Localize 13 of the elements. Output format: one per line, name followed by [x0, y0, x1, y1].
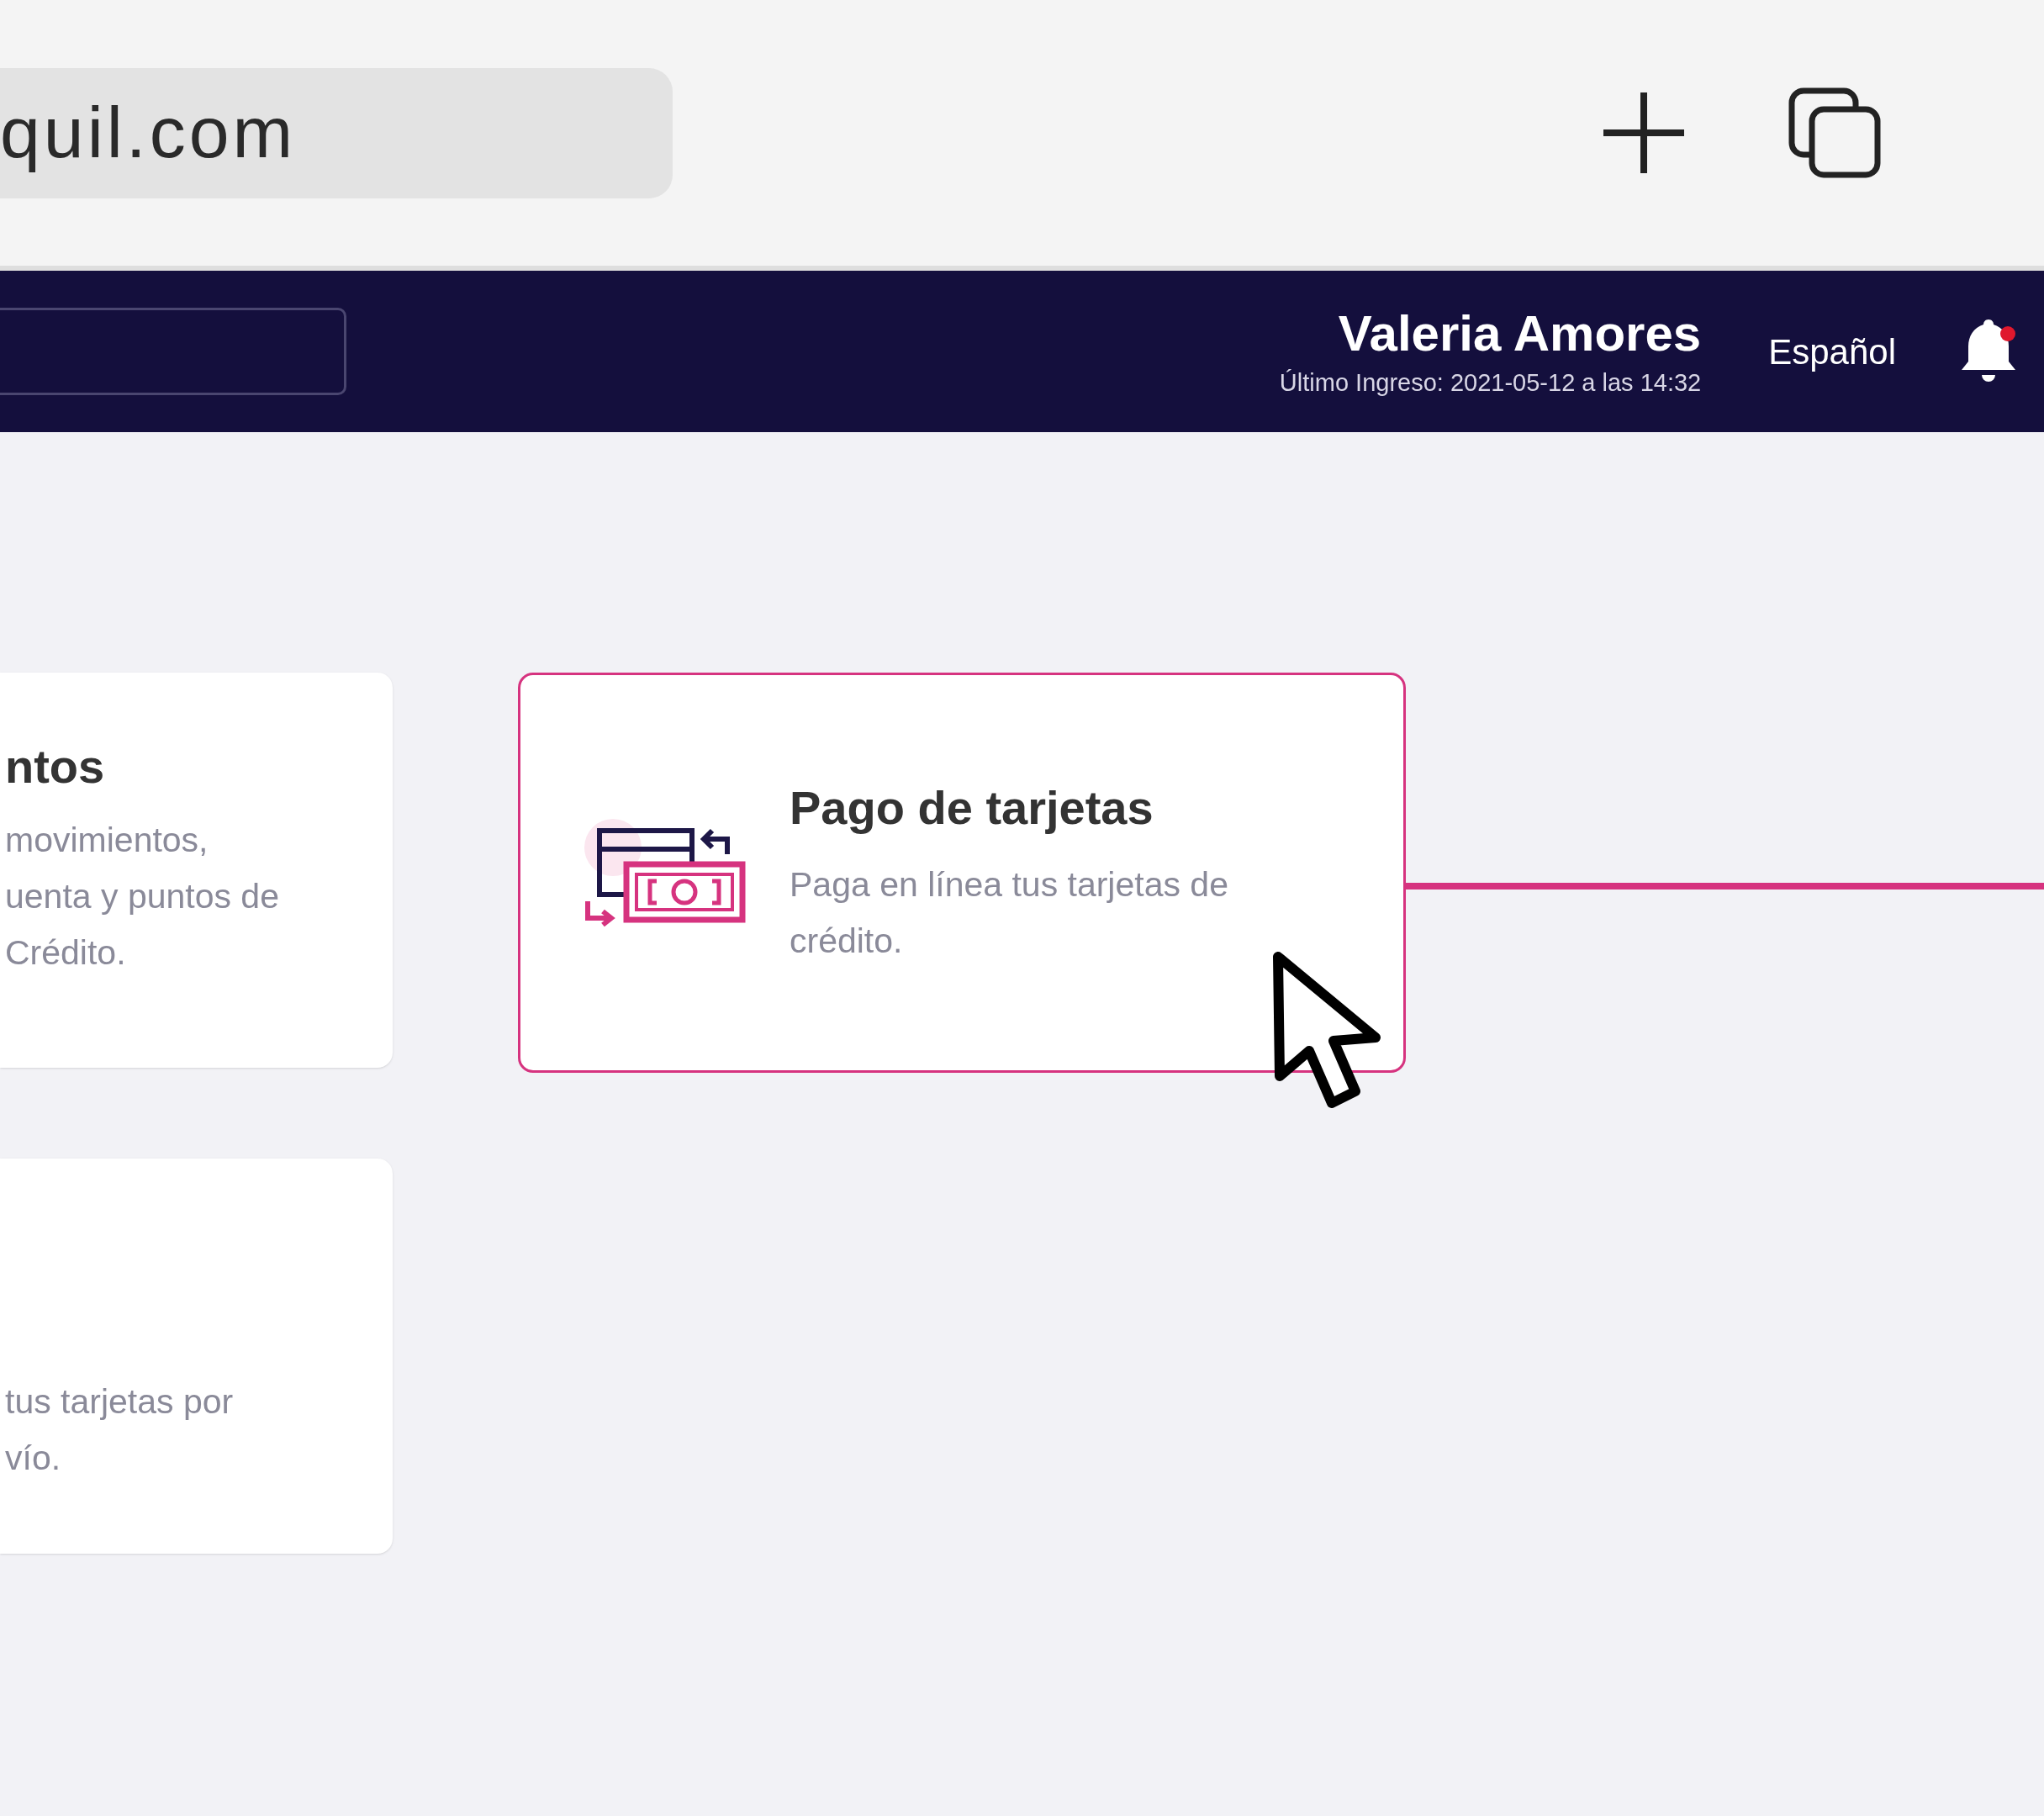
card-description: tus tarjetas por vío. — [5, 1381, 235, 1479]
service-card[interactable]: Pago de tarjetas Paga en línea tus tarjetas de crédito. — [518, 673, 1406, 1073]
card-description: Paga en línea tus tarjetas de crédito. — [790, 864, 1228, 962]
service-card[interactable]: ntos movimientos, uenta y puntos de Crédito. — [0, 673, 393, 1068]
last-login-text: Último Ingreso: 2021-05-12 a las 14:32 — [1279, 370, 1702, 395]
language-selector[interactable]: Español — [1768, 325, 1896, 378]
tabs-icon[interactable] — [1788, 87, 1883, 178]
user-name: Valeria Amores — [1338, 308, 1702, 359]
search-field[interactable] — [0, 308, 346, 395]
url-text: quil.com — [0, 91, 298, 175]
address-bar[interactable]: quil.com — [0, 67, 673, 198]
card-title: ntos — [5, 742, 106, 790]
card-description: movimientos, uenta y puntos de Crédito. — [5, 819, 280, 974]
